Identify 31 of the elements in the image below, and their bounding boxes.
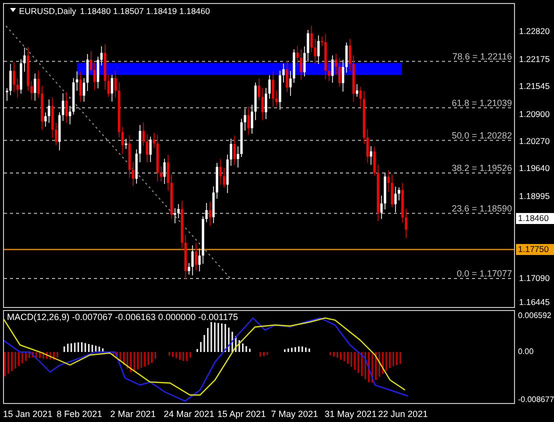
fib-level-label: 61.8 = 1.21039	[452, 98, 512, 108]
date-label: 15 Apr 2021	[217, 409, 267, 419]
macd-axis-label: 0.006592	[518, 311, 552, 320]
macd-axis-label: -0.008677	[518, 395, 554, 404]
date-label: 31 May 2021	[324, 409, 378, 419]
date-label: 22 Jun 2021	[378, 409, 429, 419]
price-label: 1.20270	[519, 136, 550, 146]
date-label: 7 May 2021	[270, 409, 319, 419]
date-label: 15 Jan 2021	[3, 409, 54, 419]
date-label: 8 Feb 2021	[56, 409, 104, 419]
fib-level-label: 0.0 = 1.17077	[456, 268, 512, 279]
ohlc-values: 1.18480 1.18507 1.18419 1.18460	[80, 6, 210, 16]
date-label: 24 Mar 2021	[164, 409, 216, 419]
macd-axis-label: 0.00	[518, 347, 534, 356]
fib-level-label: 38.2 = 1.19526	[452, 162, 512, 173]
price-label: 1.17090	[519, 272, 550, 283]
price-label: 1.21545	[519, 80, 550, 91]
fib-level-label: 50.0 = 1.20282	[452, 130, 512, 140]
price-label: 1.22820	[519, 26, 550, 36]
fib-level-label: 23.6 = 1.18590	[452, 203, 512, 214]
price-label: 1.20900	[519, 108, 550, 119]
date-label: 2 Mar 2021	[110, 409, 157, 419]
fib-level-label: 78.6 = 1.22116	[452, 51, 512, 62]
price-label: 1.16445	[519, 297, 550, 307]
macd-label: MACD(12,26,9) -0.007067 -0.006163 0.000000 -0.001175	[7, 312, 238, 322]
price-label: 1.18995	[519, 190, 550, 201]
price-label: 1.19640	[519, 163, 550, 174]
price-label: 1.22175	[519, 54, 550, 64]
chart-title: EURUSD,Daily	[19, 6, 76, 16]
line-price-tag: 1.17750	[516, 244, 554, 255]
current-price-tag: 1.18460	[516, 212, 554, 224]
